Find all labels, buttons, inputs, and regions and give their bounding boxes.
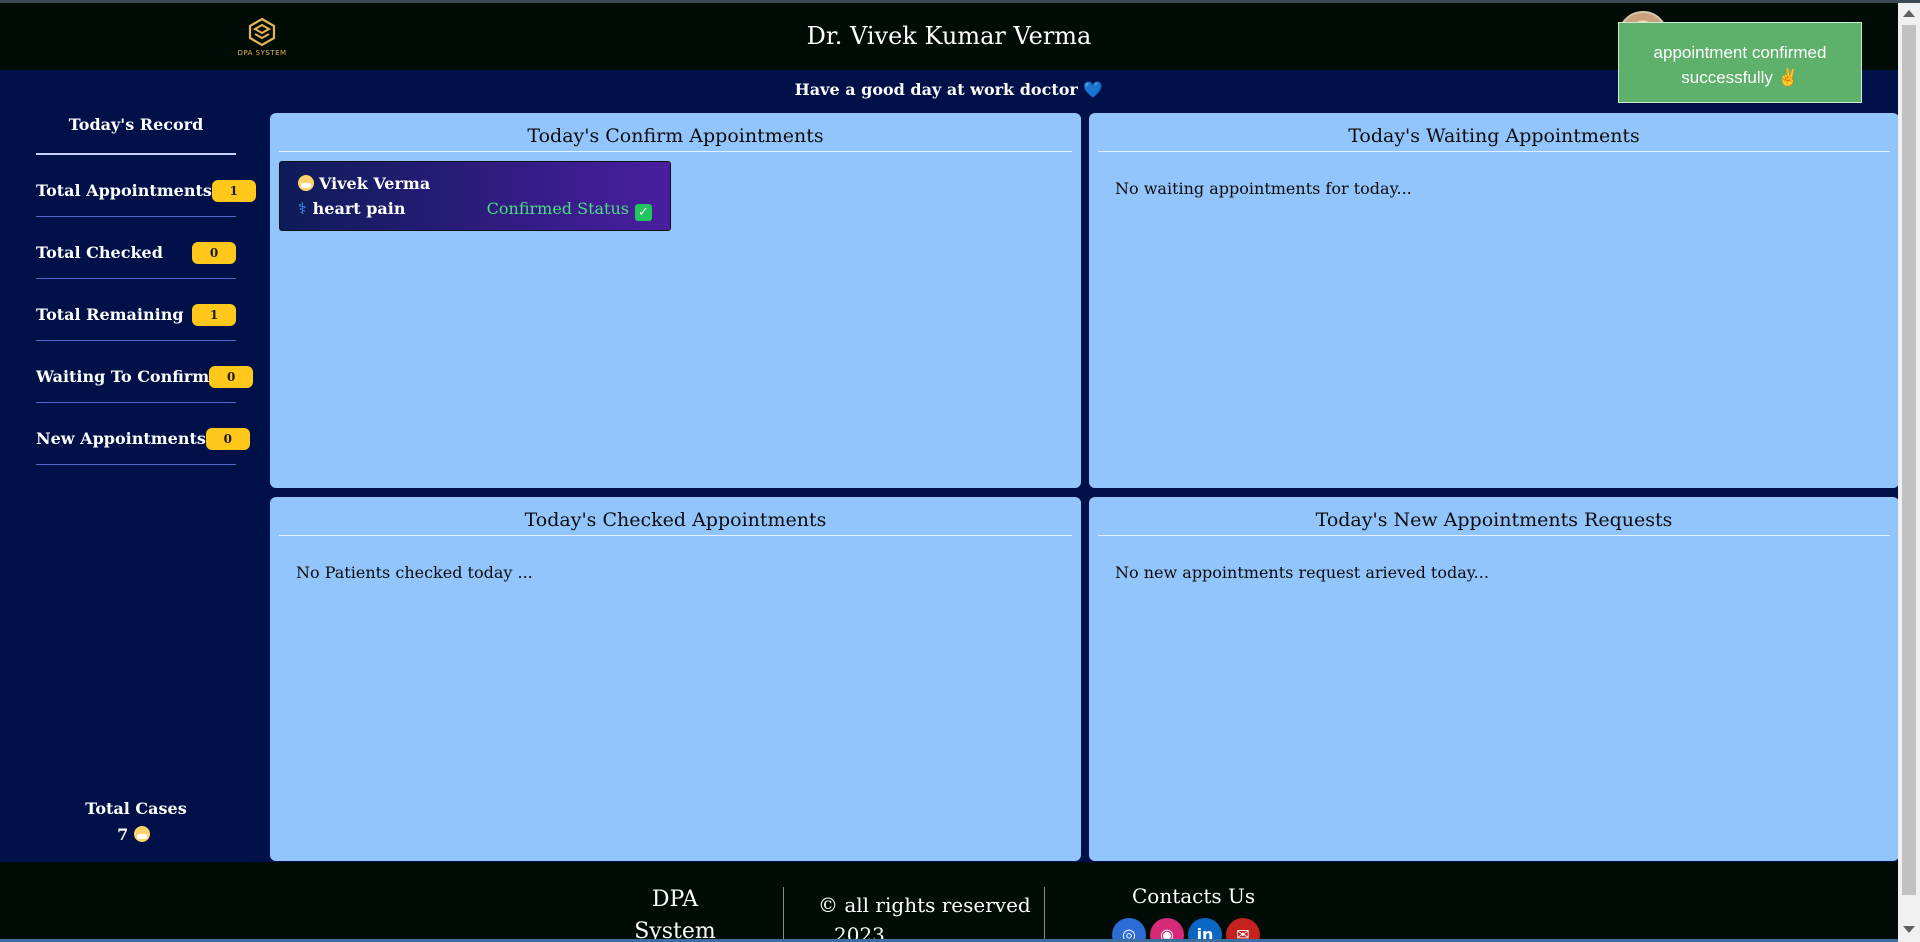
appointment-reason: heart pain — [312, 199, 406, 218]
stat-label: Waiting To Confirm — [36, 367, 210, 386]
medical-icon: ⚕ — [298, 199, 307, 218]
stat-total-appointments: Total Appointments 1 — [36, 155, 256, 217]
count-badge: 0 — [209, 365, 254, 388]
contacts-title: Contacts Us — [1132, 884, 1256, 908]
appointment-status: Confirmed Status ✓ — [487, 199, 652, 221]
scroll-up-arrow-icon[interactable] — [1903, 10, 1915, 17]
greeting-banner: Have a good day at work doctor 💙 — [0, 80, 1898, 99]
empty-message: No waiting appointments for today... — [1115, 179, 1412, 198]
panel-title: Today's Checked Appointments — [279, 497, 1072, 536]
rights-text: © all rights reserved — [818, 893, 1031, 917]
stat-label: Total Checked — [36, 243, 163, 262]
footer-brand: DPA System — [630, 884, 720, 942]
scroll-thumb[interactable] — [1902, 25, 1916, 895]
empty-message: No Patients checked today ... — [296, 563, 533, 582]
footer-divider — [783, 887, 784, 942]
logo-text: DPA SYSTEM — [237, 49, 287, 57]
heart-icon: 💙 — [1083, 80, 1104, 99]
total-cases-label: Total Cases — [85, 799, 187, 818]
vertical-scrollbar[interactable] — [1898, 3, 1920, 942]
count-badge: 1 — [192, 303, 236, 326]
footer-rights: © all rights reserved 2023 — [818, 890, 1031, 942]
masked-face-icon — [133, 826, 150, 842]
total-cases-value: 7 — [117, 825, 129, 844]
panel-title: Today's Confirm Appointments — [279, 113, 1072, 152]
status-text: Confirmed Status — [486, 199, 629, 218]
greeting-text: Have a good day at work doctor — [794, 80, 1078, 99]
stat-label: New Appointments — [36, 429, 206, 448]
new-requests-panel: Today's New Appointments Requests No new… — [1089, 497, 1899, 861]
top-header: DPA SYSTEM Dr. Vivek Kumar Verma — [0, 3, 1898, 70]
count-badge: 1 — [211, 179, 256, 202]
stat-new-appointments: New Appointments 0 — [36, 403, 250, 465]
count-badge: 0 — [205, 427, 250, 450]
footer-divider — [1044, 887, 1045, 942]
appointment-card[interactable]: Vivek Verma ⚕ heart pain Confirmed Status… — [279, 161, 671, 231]
check-icon: ✓ — [635, 204, 652, 221]
stat-waiting-to-confirm: Waiting To Confirm 0 — [36, 341, 254, 403]
record-sidebar: Today's Record Total Appointments 1 Tota… — [36, 112, 256, 465]
patient-name: Vivek Verma — [319, 174, 431, 193]
total-cases: Total Cases 7 — [36, 796, 236, 848]
page-footer: DPA System © all rights reserved 2023 Co… — [0, 862, 1898, 942]
checked-appointments-panel: Today's Checked Appointments No Patients… — [270, 497, 1081, 861]
stat-total-checked: Total Checked 0 — [36, 217, 236, 279]
scroll-down-arrow-icon[interactable] — [1903, 926, 1915, 933]
confirm-appointments-panel: Today's Confirm Appointments Vivek Verma… — [270, 113, 1081, 488]
empty-message: No new appointments request arieved toda… — [1115, 563, 1489, 582]
stat-label: Total Appointments — [36, 181, 212, 200]
doctor-name: Dr. Vivek Kumar Verma — [806, 22, 1092, 50]
patient-face-icon — [298, 175, 314, 191]
footer-brand-line1: DPA — [651, 887, 699, 912]
stat-label: Total Remaining — [36, 305, 184, 324]
count-badge: 0 — [192, 241, 236, 264]
waiting-appointments-panel: Today's Waiting Appointments No waiting … — [1089, 113, 1899, 488]
panel-title: Today's Waiting Appointments — [1098, 113, 1890, 152]
panel-title: Today's New Appointments Requests — [1098, 497, 1890, 536]
sidebar-title: Today's Record — [36, 112, 236, 155]
stat-total-remaining: Total Remaining 1 — [36, 279, 236, 341]
